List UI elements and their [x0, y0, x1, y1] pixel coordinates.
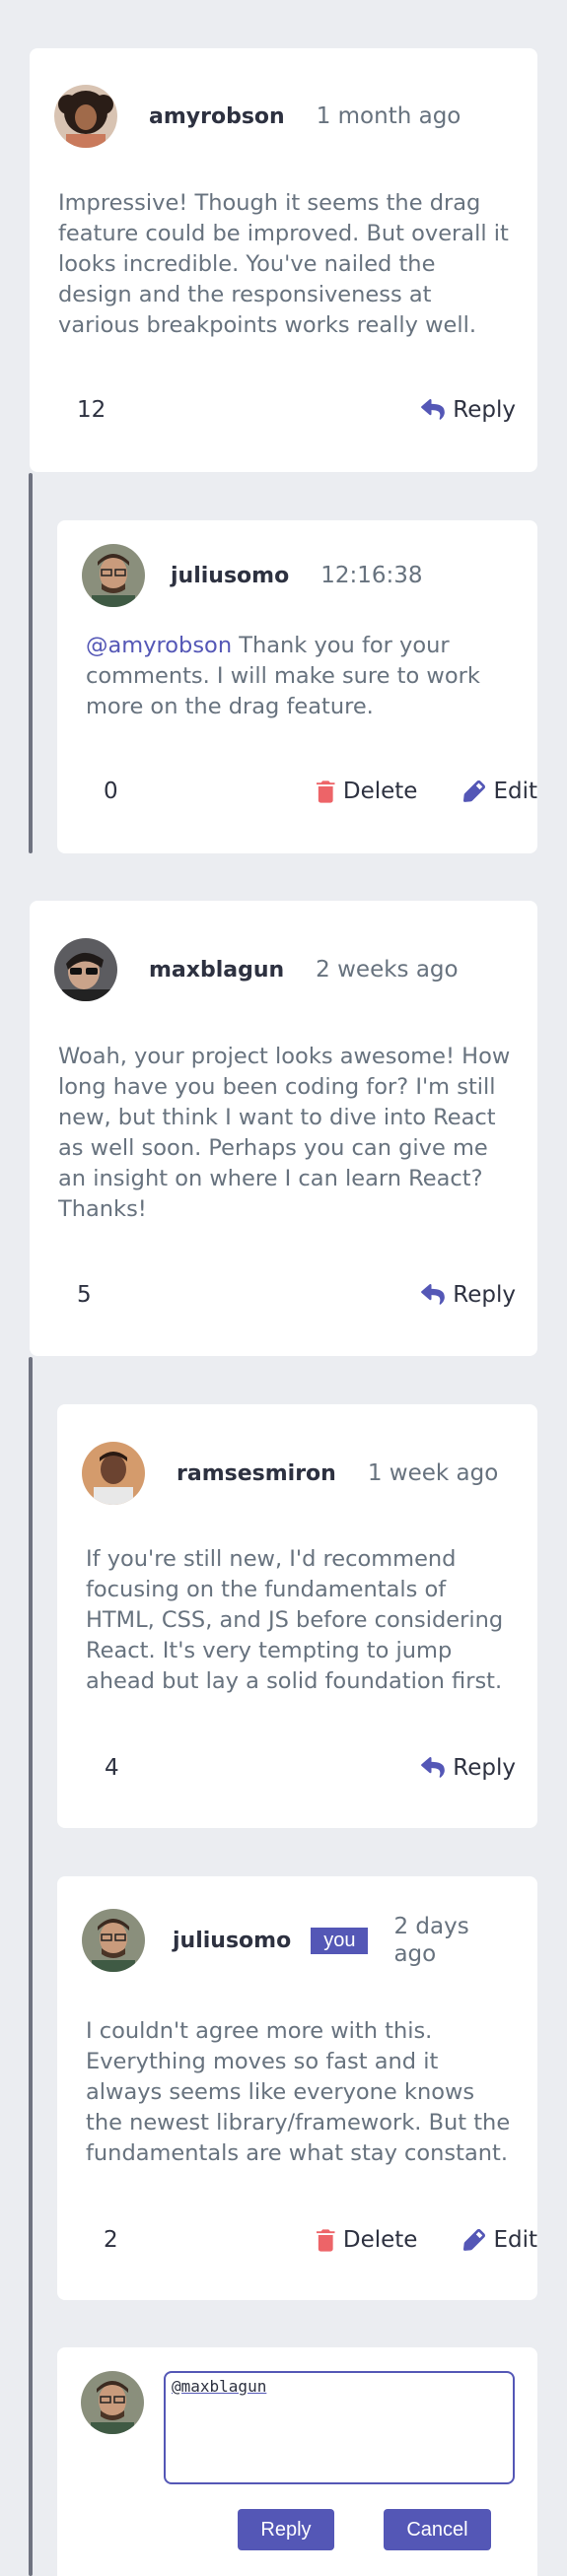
comment-card: juliusomo 12:16:38 @amyrobson Thank you … [57, 520, 537, 853]
avatar [82, 1909, 145, 1972]
pencil-icon [463, 780, 485, 802]
score-count: 12 [77, 397, 106, 423]
cancel-button[interactable]: Cancel [384, 2509, 491, 2550]
you-badge: you [311, 1927, 369, 1954]
comment-footer: 4 Reply [57, 1748, 537, 1788]
edit-label: Edit [493, 2227, 537, 2253]
comment-footer: 2 Delete Edit [57, 2220, 537, 2260]
comment-card: juliusomo you 2 days ago I couldn't agre… [57, 1876, 537, 2300]
score-count: 0 [104, 779, 118, 804]
avatar [54, 938, 117, 1001]
comment-header: juliusomo you 2 days ago [57, 1909, 502, 1972]
comment-card: ramsesmiron 1 week ago If you're still n… [57, 1404, 537, 1828]
comment-header: maxblagun 2 weeks ago [30, 938, 459, 1001]
trash-icon [317, 2229, 335, 2252]
comment-body: I couldn't agree more with this. Everyth… [86, 2018, 511, 2166]
comment-body: @amyrobson Thank you for your comments. … [57, 631, 537, 722]
comment-body: Impressive! Though it seems the drag fea… [58, 190, 509, 338]
comment-body: If you're still new, I'd recommend focus… [86, 1546, 504, 1694]
comment-actions: Delete Edit [317, 2227, 537, 2253]
reply-label: Reply [453, 1755, 516, 1781]
username: ramsesmiron [177, 1460, 336, 1486]
timestamp: 1 month ago [316, 103, 461, 129]
reply-form: @maxblagun Reply Cancel [57, 2347, 537, 2576]
mention-link[interactable]: @amyrobson [86, 633, 232, 658]
comment-actions: Reply [421, 397, 516, 423]
reply-button[interactable]: Reply [421, 1282, 516, 1308]
username: juliusomo [173, 1928, 292, 1953]
reply-label: Reply [453, 1282, 516, 1308]
thread-line [29, 1357, 33, 2576]
reply-arrow-icon [421, 1284, 445, 1306]
username: amyrobson [149, 103, 285, 129]
avatar [82, 544, 145, 607]
delete-label: Delete [342, 779, 418, 804]
comment-header: ramsesmiron 1 week ago [57, 1442, 498, 1505]
comment-body: Woah, your project looks awesome! How lo… [58, 1044, 511, 1222]
avatar [81, 2371, 144, 2434]
comment-footer: 5 Reply [30, 1275, 537, 1315]
comments-feed: amyrobson 1 month ago Impressive! Though… [0, 0, 567, 2576]
submit-reply-button[interactable]: Reply [238, 2509, 334, 2550]
delete-button[interactable]: Delete [317, 779, 418, 804]
delete-button[interactable]: Delete [317, 2227, 418, 2253]
timestamp: 1 week ago [367, 1460, 499, 1486]
score-count: 5 [77, 1282, 92, 1308]
username: juliusomo [171, 563, 290, 588]
comment-actions: Reply [421, 1282, 516, 1308]
edit-button[interactable]: Edit [463, 2227, 537, 2253]
score-count: 2 [104, 2227, 118, 2253]
reply-label: Reply [453, 397, 516, 423]
edit-button[interactable]: Edit [463, 779, 537, 804]
reply-button[interactable]: Reply [421, 1755, 516, 1781]
timestamp: 2 days ago [393, 1914, 469, 1967]
pencil-icon [463, 2229, 485, 2251]
reply-button[interactable]: Reply [421, 397, 516, 423]
avatar [54, 85, 117, 148]
trash-icon [317, 780, 335, 803]
avatar [82, 1442, 145, 1505]
comment-actions: Reply [421, 1755, 516, 1781]
comment-header: amyrobson 1 month ago [30, 85, 461, 148]
thread-line [29, 473, 33, 853]
username: maxblagun [149, 957, 285, 983]
delete-label: Delete [342, 2227, 418, 2253]
comment-card: maxblagun 2 weeks ago Woah, your project… [30, 901, 537, 1356]
timestamp: 12:16:38 [320, 563, 423, 588]
reply-arrow-icon [421, 1757, 445, 1779]
score-count: 4 [105, 1755, 119, 1781]
comment-header: juliusomo 12:16:38 [57, 544, 423, 607]
reply-arrow-icon [421, 399, 445, 421]
comment-actions: Delete Edit [317, 779, 537, 804]
edit-label: Edit [493, 779, 537, 804]
comment-card: amyrobson 1 month ago Impressive! Though… [30, 48, 537, 472]
comment-footer: 12 Reply [30, 390, 537, 430]
timestamp: 2 weeks ago [316, 957, 459, 983]
comment-footer: 0 Delete Edit [57, 772, 537, 811]
reply-textarea[interactable]: @maxblagun [164, 2371, 515, 2484]
